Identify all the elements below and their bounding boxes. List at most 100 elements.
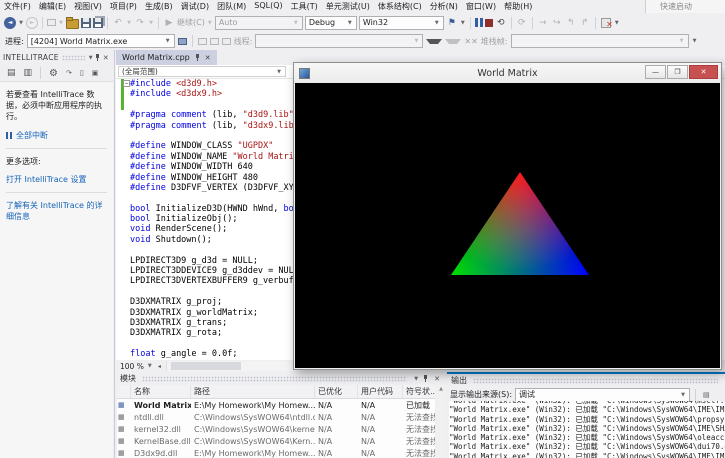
column-path[interactable]: 路径 bbox=[191, 385, 315, 398]
clear-output-icon[interactable]: ▤ bbox=[701, 391, 712, 399]
tab-close-icon[interactable]: ✕ bbox=[205, 54, 211, 62]
menu-item-1[interactable]: 编辑(E) bbox=[35, 1, 70, 12]
menu-item-10[interactable]: 体系结构(C) bbox=[374, 1, 426, 12]
modules-scrollbar[interactable]: ▲ bbox=[436, 385, 446, 458]
modules-header[interactable]: 模块 ▼ ✕ bbox=[116, 372, 446, 385]
navigate-back-icon[interactable]: ◄ bbox=[4, 17, 16, 29]
column-symbolstatus[interactable]: 符号状...▲ bbox=[403, 385, 435, 398]
process-combo[interactable]: [4204] World Matrix.exe▼ bbox=[27, 34, 175, 48]
menu-item-13[interactable]: 帮助(H) bbox=[500, 1, 536, 12]
save-log-icon[interactable]: ▣ bbox=[90, 69, 101, 77]
menu-item-12[interactable]: 窗口(W) bbox=[462, 1, 500, 12]
pin-icon[interactable] bbox=[422, 375, 429, 383]
column-usercode[interactable]: 用户代码 bbox=[358, 385, 403, 398]
output-source-combo[interactable]: 调试▼ bbox=[515, 388, 690, 402]
menu-item-4[interactable]: 生成(B) bbox=[141, 1, 177, 12]
window-position-icon[interactable]: ▼ bbox=[413, 376, 419, 382]
tab-pin-icon[interactable] bbox=[194, 54, 201, 62]
learn-more-link[interactable]: 了解有关 IntelliTrace 的详细信息 bbox=[6, 200, 107, 222]
thread-combo[interactable]: ▼ bbox=[255, 34, 423, 48]
stack-frame-combo[interactable]: ▼ bbox=[511, 34, 689, 48]
close-icon[interactable]: ✕ bbox=[101, 54, 111, 62]
restart-icon[interactable]: ⟲ bbox=[495, 16, 507, 29]
step-into-icon[interactable]: → bbox=[537, 16, 549, 29]
zoom-level[interactable]: 100 % bbox=[120, 362, 144, 371]
continue-dropdown-icon[interactable]: ▼ bbox=[207, 20, 213, 26]
export-icon[interactable]: ↷ bbox=[64, 69, 74, 77]
filter-icon[interactable] bbox=[426, 39, 442, 44]
auto-combo[interactable]: Auto▼ bbox=[215, 16, 303, 30]
minimize-button[interactable]: — bbox=[645, 65, 666, 79]
quick-launch-box[interactable]: 快速启动 bbox=[645, 0, 725, 13]
suspend-icon[interactable]: ✕✕ bbox=[464, 37, 477, 46]
stop-debugging-icon[interactable] bbox=[485, 19, 493, 27]
thread-window-icon-3[interactable] bbox=[222, 38, 231, 45]
world-matrix-window[interactable]: World Matrix — ❐ ✕ bbox=[293, 62, 722, 370]
module-row[interactable]: ▦ntdll.dllC:\Windows\SysWOW64\ntdll.dllN… bbox=[117, 411, 435, 423]
open-settings-link[interactable]: 打开 IntelliTrace 设置 bbox=[6, 174, 107, 185]
navigate-forward-icon[interactable]: ► bbox=[26, 17, 38, 29]
open-log-icon[interactable]: ▯ bbox=[78, 69, 86, 77]
zoom-dropdown-icon[interactable]: ▼ bbox=[147, 363, 153, 369]
intellitrace-header[interactable]: INTELLITRACE ▼ ✕ bbox=[0, 50, 114, 65]
platform-combo[interactable]: Win32▼ bbox=[359, 16, 444, 30]
settings-gear-icon[interactable]: ⚙ bbox=[47, 68, 60, 79]
toolbar-overflow-icon[interactable]: ▼ bbox=[614, 20, 620, 26]
menu-item-7[interactable]: SQL(Q) bbox=[250, 1, 286, 12]
module-row[interactable]: ▦D3dx9d.dllE:\My Homework\My Homew...N/A… bbox=[117, 448, 435, 458]
break-all-icon[interactable] bbox=[475, 18, 483, 27]
thread-window-icon-2[interactable] bbox=[210, 38, 219, 45]
output-log[interactable]: "World Matrix.exe" (Win32): 已加载 "C:\Wind… bbox=[449, 401, 725, 458]
output-header[interactable]: 输出 bbox=[447, 374, 725, 387]
calls-view-icon[interactable]: ▥ bbox=[22, 68, 35, 78]
step-out-icon[interactable]: ↰ bbox=[565, 16, 577, 29]
breakpoints-icon[interactable]: ✕ bbox=[600, 17, 612, 28]
tab-world-matrix-cpp[interactable]: World Matrix.cpp ✕ bbox=[116, 50, 217, 65]
flag-dropdown-icon[interactable]: ▼ bbox=[460, 20, 466, 26]
menu-item-9[interactable]: 单元测试(U) bbox=[322, 1, 374, 12]
menu-item-8[interactable]: 工具(T) bbox=[287, 1, 322, 12]
world-matrix-titlebar[interactable]: World Matrix — ❐ ✕ bbox=[294, 63, 721, 83]
back-dropdown-icon[interactable]: ▼ bbox=[18, 20, 24, 26]
column-name[interactable]: 名称 bbox=[131, 385, 191, 398]
events-view-icon[interactable]: ▤ bbox=[5, 68, 18, 78]
close-icon[interactable]: ✕ bbox=[432, 375, 442, 383]
run-to-cursor-icon[interactable]: ↱ bbox=[579, 16, 591, 29]
flag-icon[interactable]: ⚑ bbox=[446, 16, 458, 29]
save-icon[interactable] bbox=[81, 18, 91, 28]
continue-label[interactable]: 继续(C) bbox=[177, 17, 205, 28]
undo-icon[interactable]: ↶ bbox=[112, 16, 124, 29]
undo-dropdown-icon[interactable]: ▼ bbox=[126, 20, 132, 26]
scope-combo[interactable]: (全局范围)▼ bbox=[118, 66, 286, 77]
new-window-dropdown-icon[interactable]: ▼ bbox=[58, 20, 64, 26]
maximize-button[interactable]: ❐ bbox=[667, 65, 688, 79]
redo-icon[interactable]: ↷ bbox=[134, 16, 146, 29]
close-button[interactable]: ✕ bbox=[689, 65, 718, 79]
redo-dropdown-icon[interactable]: ▼ bbox=[148, 20, 154, 26]
module-row[interactable]: ▦World Matrix...E:\My Homework\My Homew.… bbox=[117, 399, 435, 411]
continue-icon[interactable]: ▶ bbox=[163, 16, 175, 29]
menu-item-3[interactable]: 项目(P) bbox=[106, 1, 141, 12]
menu-item-2[interactable]: 视图(V) bbox=[70, 1, 106, 12]
new-window-icon[interactable] bbox=[47, 19, 56, 26]
column-optimized[interactable]: 已优化 bbox=[315, 385, 358, 398]
collapse-icon[interactable]: − bbox=[123, 80, 130, 87]
menu-item-11[interactable]: 分析(N) bbox=[426, 1, 462, 12]
open-file-icon[interactable] bbox=[66, 19, 79, 29]
pin-icon[interactable] bbox=[94, 54, 101, 62]
menu-item-6[interactable]: 团队(M) bbox=[213, 1, 250, 12]
filter-clear-icon[interactable] bbox=[445, 39, 461, 44]
thread-window-icon-1[interactable] bbox=[198, 38, 207, 45]
module-row[interactable]: ▦kernel32.dllC:\Windows\SysWOW64\kerne..… bbox=[117, 423, 435, 435]
menu-item-5[interactable]: 调试(D) bbox=[177, 1, 213, 12]
configuration-combo[interactable]: Debug▼ bbox=[305, 16, 357, 30]
menu-item-0[interactable]: 文件(F) bbox=[0, 1, 35, 12]
attach-process-icon[interactable] bbox=[178, 38, 187, 45]
break-all-link[interactable]: 全部中断 bbox=[16, 130, 48, 141]
save-all-icon[interactable] bbox=[93, 18, 103, 28]
step-over-icon[interactable]: ↪ bbox=[551, 16, 563, 29]
break-all-link-row[interactable]: 全部中断 bbox=[6, 130, 107, 141]
refresh-icon[interactable]: ⟳ bbox=[516, 16, 528, 29]
hscroll-left-icon[interactable]: ◂ bbox=[156, 363, 163, 370]
scrollbar-thumb[interactable] bbox=[171, 362, 241, 370]
